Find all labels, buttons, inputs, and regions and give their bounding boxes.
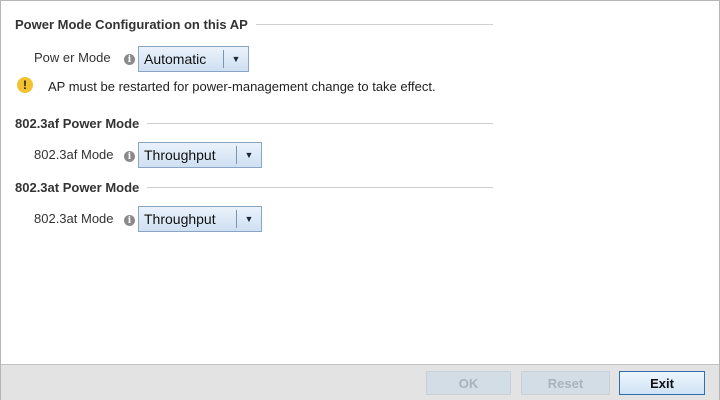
ok-button[interactable]: OK bbox=[426, 371, 511, 395]
section-at-header: 802.3at Power Mode bbox=[15, 180, 493, 195]
chevron-down-icon[interactable]: ▼ bbox=[224, 54, 248, 64]
af-mode-label: 802.3af Mode bbox=[34, 147, 114, 162]
at-mode-label: 802.3at Mode bbox=[34, 211, 114, 226]
section-at-title: 802.3at Power Mode bbox=[15, 180, 140, 195]
exit-button[interactable]: Exit bbox=[619, 371, 705, 395]
section-af-header: 802.3af Power Mode bbox=[15, 116, 493, 131]
chevron-down-icon[interactable]: ▼ bbox=[237, 214, 261, 224]
af-mode-select-value: Throughput bbox=[144, 147, 216, 163]
section-power-mode-header: Power Mode Configuration on this AP bbox=[15, 17, 493, 32]
chevron-down-icon[interactable]: ▼ bbox=[237, 150, 261, 160]
info-icon: i bbox=[124, 54, 135, 65]
section-power-mode-title: Power Mode Configuration on this AP bbox=[15, 17, 248, 32]
info-icon: i bbox=[124, 151, 135, 162]
power-mode-select-value: Automatic bbox=[144, 51, 207, 67]
restart-warning-text: AP must be restarted for power-managemen… bbox=[48, 79, 436, 94]
info-icon: i bbox=[124, 215, 135, 226]
dialog-panel: Power Mode Configuration on this AP Pow … bbox=[0, 0, 720, 400]
reset-button[interactable]: Reset bbox=[521, 371, 610, 395]
power-mode-select[interactable]: Automatic ▼ bbox=[138, 46, 249, 72]
af-mode-select[interactable]: Throughput ▼ bbox=[138, 142, 262, 168]
section-divider bbox=[255, 24, 493, 25]
warning-icon: ! bbox=[17, 77, 33, 93]
dialog-footer: OK Reset Exit bbox=[1, 364, 719, 400]
at-mode-select[interactable]: Throughput ▼ bbox=[138, 206, 262, 232]
section-divider bbox=[147, 187, 493, 188]
power-mode-label: Pow er Mode bbox=[34, 50, 111, 65]
section-af-title: 802.3af Power Mode bbox=[15, 116, 140, 131]
at-mode-select-value: Throughput bbox=[144, 211, 216, 227]
section-divider bbox=[147, 123, 493, 124]
